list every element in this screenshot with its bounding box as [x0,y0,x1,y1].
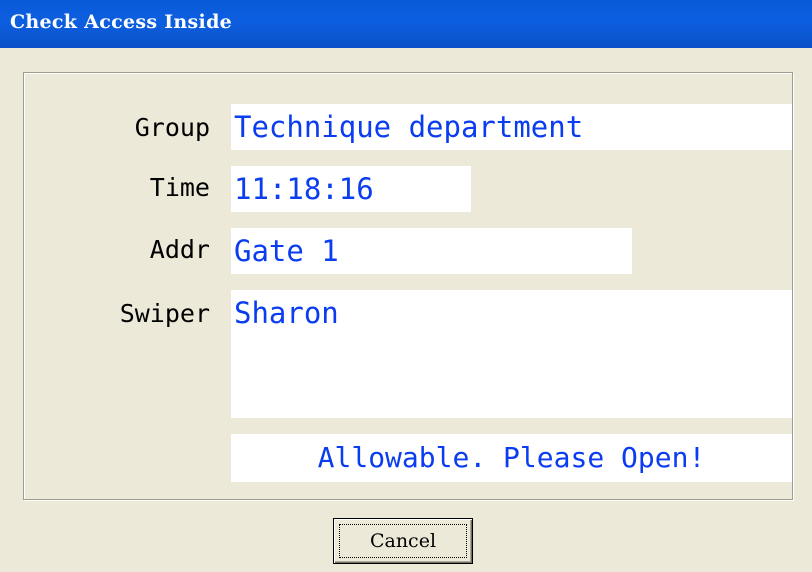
window-title: Check Access Inside [10,11,233,33]
cancel-button[interactable]: Cancel [333,518,473,564]
time-field: 11:18:16 [231,166,471,212]
group-field: Technique department [231,104,792,150]
access-status: Allowable. Please Open! [231,434,792,482]
addr-label: Addr [149,235,210,264]
swiper-label: Swiper [119,299,210,328]
cancel-button-label: Cancel [339,524,467,558]
swiper-field: Sharon [231,290,792,418]
title-bar[interactable]: Check Access Inside [0,0,812,48]
time-value: 11:18:16 [234,172,374,206]
group-label: Group [134,113,210,142]
group-value: Technique department [234,110,584,144]
time-label: Time [149,173,210,202]
swiper-value: Sharon [234,296,339,330]
access-check-dialog: Check Access Inside Group Technique depa… [0,0,812,572]
addr-value: Gate 1 [234,234,339,268]
addr-field: Gate 1 [231,228,632,274]
